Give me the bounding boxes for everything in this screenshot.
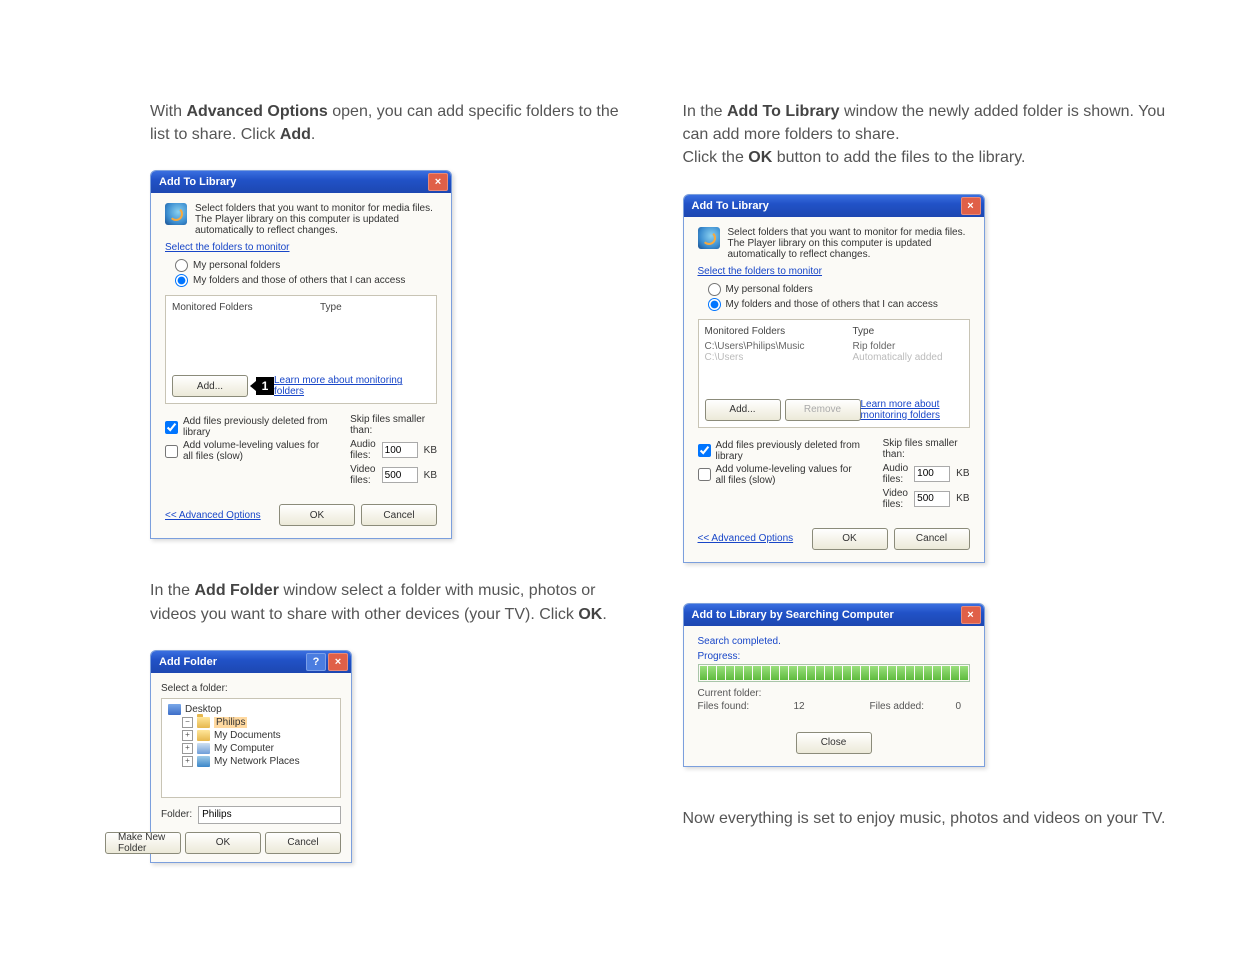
select-folder-label: Select a folder: bbox=[161, 683, 341, 694]
remove-button[interactable]: Remove bbox=[785, 399, 861, 421]
wmp-icon bbox=[698, 227, 720, 249]
expand-icon[interactable]: + bbox=[182, 756, 193, 767]
wmp-icon bbox=[165, 203, 187, 225]
close-icon[interactable]: × bbox=[961, 197, 981, 215]
folder-name-input[interactable] bbox=[198, 806, 341, 824]
chk-add-deleted[interactable]: Add files previously deleted from librar… bbox=[165, 416, 330, 438]
folder-list[interactable] bbox=[172, 317, 430, 367]
radio-personal-folders[interactable]: My personal folders bbox=[708, 283, 970, 296]
search-progress-window: Add to Library by Searching Computer × S… bbox=[683, 603, 985, 767]
progress-label: Progress: bbox=[698, 651, 970, 662]
ok-button[interactable]: OK bbox=[812, 528, 888, 550]
col-type: Type bbox=[320, 302, 430, 313]
radio-personal-folders[interactable]: My personal folders bbox=[175, 259, 437, 272]
learn-more-link[interactable]: Learn more about monitoring folders bbox=[861, 399, 963, 421]
computer-icon bbox=[197, 743, 210, 754]
cancel-button[interactable]: Cancel bbox=[265, 832, 341, 854]
col-monitored-folders: Monitored Folders bbox=[705, 326, 853, 337]
chk-add-deleted[interactable]: Add files previously deleted from librar… bbox=[698, 440, 863, 462]
close-icon[interactable]: × bbox=[428, 173, 448, 191]
tree-item[interactable]: My Network Places bbox=[214, 756, 300, 767]
cancel-button[interactable]: Cancel bbox=[361, 504, 437, 526]
dialog-description: Select folders that you want to monitor … bbox=[195, 203, 437, 236]
collapse-icon[interactable]: − bbox=[182, 717, 193, 728]
help-icon[interactable]: ? bbox=[306, 653, 326, 671]
col-monitored-folders: Monitored Folders bbox=[172, 302, 320, 313]
expand-icon[interactable]: + bbox=[182, 730, 193, 741]
files-found-label: Files found: bbox=[698, 701, 788, 712]
titlebar[interactable]: Add To Library × bbox=[151, 171, 451, 193]
desktop-icon bbox=[168, 704, 181, 715]
instruction-text: In the Add Folder window select a folder… bbox=[150, 579, 643, 625]
list-item: C:\UsersAutomatically added bbox=[705, 352, 963, 363]
dialog-description: Select folders that you want to monitor … bbox=[728, 227, 970, 260]
video-size-input[interactable] bbox=[382, 467, 418, 483]
skip-files-label: Skip files smaller than: bbox=[350, 414, 437, 436]
window-title: Add To Library bbox=[159, 176, 236, 188]
folder-label: Folder: bbox=[161, 809, 192, 820]
titlebar[interactable]: Add To Library × bbox=[684, 195, 984, 217]
ok-button[interactable]: OK bbox=[185, 832, 261, 854]
folder-icon bbox=[197, 730, 210, 741]
close-icon[interactable]: × bbox=[961, 606, 981, 624]
radio-my-and-others[interactable]: My folders and those of others that I ca… bbox=[175, 274, 437, 287]
list-item: C:\Users\Philips\MusicRip folder bbox=[705, 341, 963, 352]
window-title: Add To Library bbox=[692, 200, 769, 212]
folder-tree[interactable]: Desktop −Philips +My Documents +My Compu… bbox=[161, 698, 341, 798]
current-folder-value bbox=[794, 688, 864, 699]
monitored-folders-panel: Monitored Folders Type Add... 1 Learn mo… bbox=[165, 295, 437, 404]
tree-item-selected[interactable]: Philips bbox=[214, 717, 247, 728]
instruction-text: In the Add To Library window the newly a… bbox=[683, 100, 1176, 170]
learn-more-link[interactable]: Learn more about monitoring folders bbox=[274, 375, 430, 397]
add-folder-window: Add Folder ? × Select a folder: Desktop … bbox=[150, 650, 352, 863]
advanced-options-link[interactable]: << Advanced Options bbox=[698, 533, 794, 544]
current-folder-label: Current folder: bbox=[698, 688, 788, 699]
video-size-input[interactable] bbox=[914, 491, 950, 507]
video-files-label: Video files: bbox=[350, 464, 376, 486]
audio-files-label: Audio files: bbox=[350, 439, 376, 461]
add-to-library-window: Add To Library × Select folders that you… bbox=[150, 170, 452, 539]
files-added-label: Files added: bbox=[870, 701, 950, 712]
close-icon[interactable]: × bbox=[328, 653, 348, 671]
skip-files-label: Skip files smaller than: bbox=[883, 438, 970, 460]
tree-item[interactable]: My Documents bbox=[214, 730, 281, 741]
add-button[interactable]: Add... bbox=[705, 399, 781, 421]
window-title: Add to Library by Searching Computer bbox=[692, 609, 894, 621]
cancel-button[interactable]: Cancel bbox=[894, 528, 970, 550]
instruction-text: With Advanced Options open, you can add … bbox=[150, 100, 643, 146]
monitored-folders-panel: Monitored Folders Type C:\Users\Philips\… bbox=[698, 319, 970, 428]
instruction-text: Now everything is set to enjoy music, ph… bbox=[683, 807, 1176, 830]
col-type: Type bbox=[853, 326, 963, 337]
callout-marker: 1 bbox=[256, 377, 274, 395]
expand-icon[interactable]: + bbox=[182, 743, 193, 754]
search-status: Search completed. bbox=[698, 636, 970, 647]
ok-button[interactable]: OK bbox=[279, 504, 355, 526]
folder-list[interactable]: C:\Users\Philips\MusicRip folder C:\User… bbox=[705, 341, 963, 391]
make-new-folder-button[interactable]: Make New Folder bbox=[105, 832, 181, 854]
add-button[interactable]: Add... bbox=[172, 375, 248, 397]
tree-item[interactable]: My Computer bbox=[214, 743, 274, 754]
chk-volume-leveling[interactable]: Add volume-leveling values for all files… bbox=[698, 464, 863, 486]
folder-open-icon bbox=[197, 717, 210, 728]
add-to-library-window: Add To Library × Select folders that you… bbox=[683, 194, 985, 563]
advanced-options-link[interactable]: << Advanced Options bbox=[165, 510, 261, 521]
window-title: Add Folder bbox=[159, 656, 217, 668]
files-found-value: 12 bbox=[794, 701, 864, 712]
select-folders-link[interactable]: Select the folders to monitor bbox=[165, 242, 290, 253]
network-icon bbox=[197, 756, 210, 767]
progress-bar bbox=[698, 664, 970, 682]
files-added-value: 0 bbox=[956, 701, 970, 712]
titlebar[interactable]: Add to Library by Searching Computer × bbox=[684, 604, 984, 626]
radio-my-and-others[interactable]: My folders and those of others that I ca… bbox=[708, 298, 970, 311]
chk-volume-leveling[interactable]: Add volume-leveling values for all files… bbox=[165, 440, 330, 462]
audio-size-input[interactable] bbox=[914, 466, 950, 482]
close-button[interactable]: Close bbox=[796, 732, 872, 754]
audio-size-input[interactable] bbox=[382, 442, 418, 458]
select-folders-link[interactable]: Select the folders to monitor bbox=[698, 266, 823, 277]
titlebar[interactable]: Add Folder ? × bbox=[151, 651, 351, 673]
